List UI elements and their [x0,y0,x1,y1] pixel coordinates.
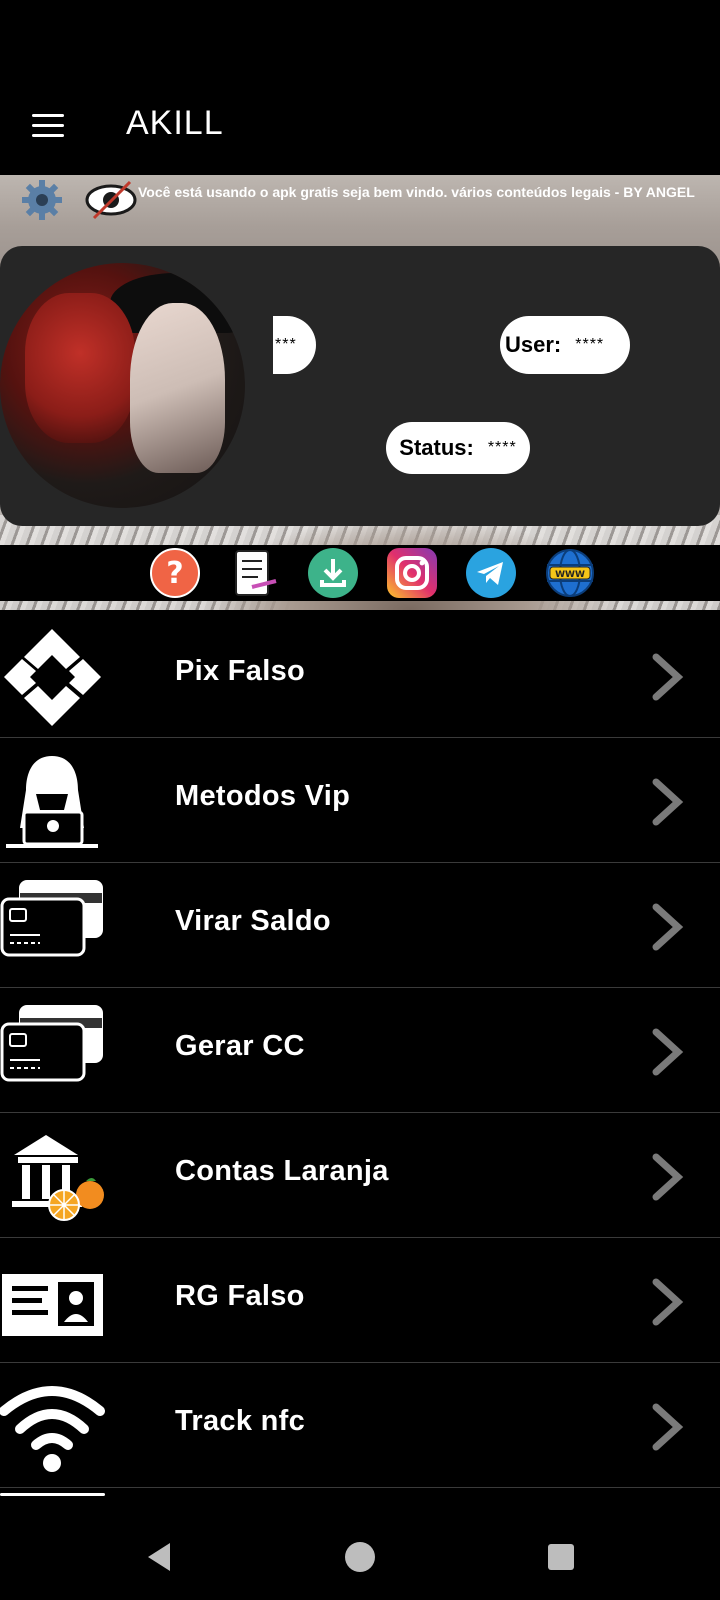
app-bar: AKILL [0,80,720,175]
svg-text:WWW: WWW [555,570,585,580]
chevron-right-icon [652,1153,684,1201]
status-value: **** [487,439,517,456]
chevron-right-icon [652,778,684,826]
menu-item-label: Virar Saldo [175,905,331,937]
user-value: **** [575,336,605,353]
cards-icon [0,880,103,957]
avatar [0,263,245,508]
back-triangle-icon[interactable] [142,1539,178,1575]
id-card-icon [2,1264,103,1336]
eye-off-icon[interactable] [84,178,138,222]
telegram-icon[interactable] [465,547,517,599]
menu-item-label: Metodos Vip [175,780,351,812]
chevron-right-icon [652,903,684,951]
download-icon[interactable] [307,547,359,599]
menu-item-track-nfc[interactable]: Track nfc [0,1363,720,1488]
profile-card [0,246,720,526]
recents-square-icon[interactable] [543,1539,579,1575]
user-label: User: [505,332,562,357]
menu-item-label: RG Falso [175,1280,305,1312]
hacker-icon [6,756,98,848]
chevron-right-icon [652,1278,684,1326]
welcome-notice: Você está usando o apk gratis seja bem v… [138,184,695,200]
help-icon[interactable]: ? [149,547,201,599]
menu-item-pix-falso[interactable]: Pix Falso [0,613,720,738]
menu-item-contas-laranja[interactable]: Contas Laranja [0,1113,720,1238]
gear-icon[interactable] [20,178,64,222]
document-icon[interactable] [228,547,280,599]
status-label: Status: [399,435,474,460]
bank-orange-icon [12,1135,104,1221]
www-globe-icon[interactable]: WWW [544,547,596,599]
status-pill: Status: **** [386,422,530,474]
system-nav-bar [0,1513,720,1600]
partial-menu-item [0,1493,720,1513]
menu-item-metodos-vip[interactable]: Metodos Vip [0,738,720,863]
user-pill: User: **** [500,316,630,374]
home-circle-icon[interactable] [342,1539,378,1575]
menu-item-rg-falso[interactable]: RG Falso [0,1238,720,1363]
menu-list: Pix Falso Metodos Vip Virar Saldo Gerar … [0,613,720,1488]
menu-item-label: Pix Falso [175,655,306,687]
svg-text:?: ? [166,556,183,591]
chevron-right-icon [652,1028,684,1076]
quick-icons-strip: ? WWW [0,545,720,601]
status-bar [0,0,720,80]
cards-icon [0,1005,103,1082]
chevron-right-icon [652,1403,684,1451]
app-title: AKILL [126,104,224,142]
instagram-icon[interactable] [386,547,438,599]
menu-item-virar-saldo[interactable]: Virar Saldo [0,863,720,988]
hidden-field-value: *** [275,336,297,353]
menu-item-label: Gerar CC [175,1030,305,1062]
menu-item-label: Track nfc [175,1405,306,1437]
chevron-right-icon [652,653,684,701]
pix-icon [4,629,101,726]
menu-item-label: Contas Laranja [175,1155,389,1187]
wifi-icon [0,1386,105,1472]
menu-item-gerar-cc[interactable]: Gerar CC [0,988,720,1113]
hamburger-menu-icon[interactable] [26,108,70,144]
